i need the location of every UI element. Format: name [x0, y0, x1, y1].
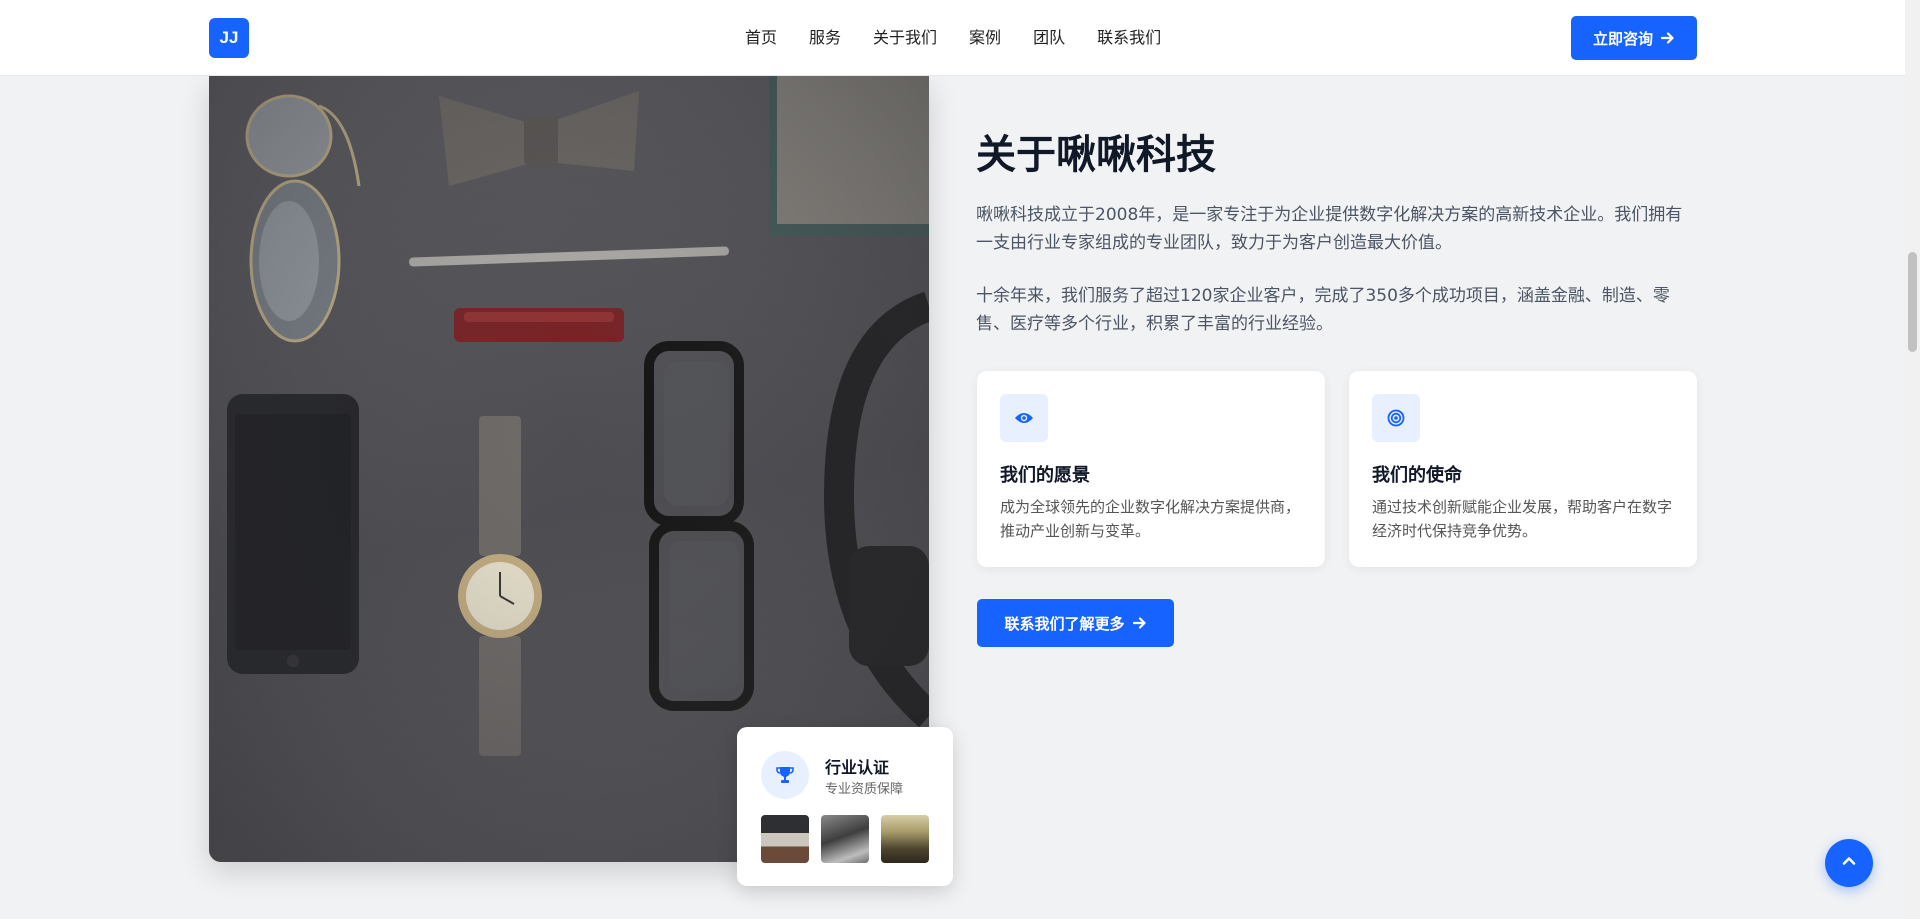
nav-cases[interactable]: 案例 — [969, 26, 1001, 50]
main-nav: 首页 服务 关于我们 案例 团队 联系我们 — [745, 26, 1193, 50]
vision-card: 我们的愿景 成为全球领先的企业数字化解决方案提供商，推动产业创新与变革。 — [977, 371, 1325, 567]
arrow-right-icon — [1661, 31, 1675, 45]
consult-button-label: 立即咨询 — [1592, 29, 1653, 48]
arrow-right-icon — [1132, 616, 1147, 630]
nav-about[interactable]: 关于我们 — [873, 26, 937, 50]
certification-title: 行业认证 — [825, 758, 890, 777]
vision-desc: 成为全球领先的企业数字化解决方案提供商，推动产业创新与变革。 — [1000, 498, 1301, 540]
logo[interactable]: JJ — [209, 18, 249, 58]
mission-title: 我们的使命 — [1372, 465, 1462, 486]
consult-button[interactable]: 立即咨询 — [1571, 16, 1697, 60]
certificate-thumbnail[interactable] — [761, 815, 809, 863]
about-paragraph-1: 啾啾科技成立于2008年，是一家专注于为企业提供数字化解决方案的高新技术企业。我… — [976, 205, 1683, 253]
nav-home[interactable]: 首页 — [745, 26, 777, 50]
nav-team[interactable]: 团队 — [1033, 26, 1065, 50]
certificate-thumbnail[interactable] — [881, 815, 929, 863]
about-title: 关于啾啾科技 — [976, 132, 1216, 178]
scrollbar-thumb[interactable] — [1908, 252, 1917, 352]
back-to-top-button[interactable] — [1825, 839, 1873, 887]
target-icon — [1372, 394, 1420, 442]
mission-card: 我们的使命 通过技术创新赋能企业发展，帮助客户在数字经济时代保持竞争优势。 — [1349, 371, 1697, 567]
about-paragraph-2: 十余年来，我们服务了超过120家企业客户，完成了350多个成功项目，涵盖金融、制… — [976, 286, 1670, 334]
nav-contact[interactable]: 联系我们 — [1097, 26, 1161, 50]
certification-card: 行业认证 专业资质保障 — [737, 727, 953, 886]
nav-services[interactable]: 服务 — [809, 26, 841, 50]
certificate-thumbnail[interactable] — [821, 815, 869, 863]
trophy-icon — [761, 751, 809, 799]
scrollbar-track[interactable] — [1905, 0, 1920, 919]
chevron-up-icon — [1841, 853, 1857, 873]
eye-icon — [1000, 394, 1048, 442]
mission-desc: 通过技术创新赋能企业发展，帮助客户在数字经济时代保持竞争优势。 — [1372, 498, 1673, 540]
contact-more-label: 联系我们了解更多 — [1004, 614, 1125, 633]
vision-title: 我们的愿景 — [1000, 465, 1090, 486]
site-header: JJ 首页 服务 关于我们 案例 团队 联系我们 立即咨询 — [0, 0, 1905, 76]
certification-subtitle: 专业资质保障 — [825, 782, 904, 797]
contact-more-button[interactable]: 联系我们了解更多 — [977, 599, 1174, 647]
